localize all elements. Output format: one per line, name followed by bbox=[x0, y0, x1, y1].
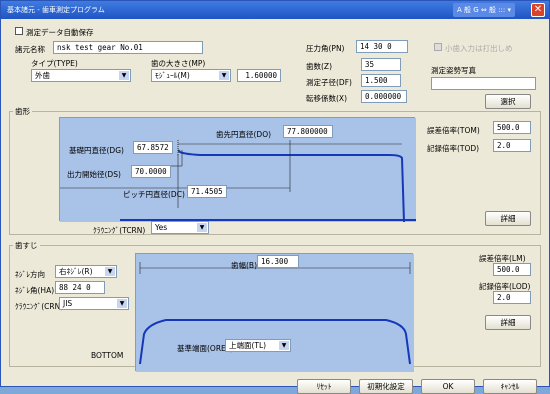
pressure-input[interactable]: 14 30 0 bbox=[356, 40, 408, 53]
profile-rec-label: 記録倍率(TOD) bbox=[427, 144, 480, 153]
teeth-label: 歯数(Z) bbox=[306, 62, 332, 71]
profile-group-label: 歯形 bbox=[13, 106, 32, 117]
shift-input[interactable]: 0.000000 bbox=[361, 90, 407, 103]
photo-label: 測定姿勢写真 bbox=[431, 66, 476, 75]
helix-angle-label: ﾈｼﾞﾚ角(HA) bbox=[15, 286, 55, 295]
lead-chart-svg bbox=[136, 254, 414, 372]
crown-label: ｸﾗｳﾆﾝｸﾞ(CRN) bbox=[15, 302, 64, 311]
chevron-down-icon: ▼ bbox=[105, 267, 115, 276]
tip-dia-input[interactable]: 77.800000 bbox=[283, 125, 333, 138]
size-input[interactable]: 1.60000 bbox=[237, 69, 281, 82]
ref-select[interactable]: 上端面(TL) ▼ bbox=[225, 339, 291, 352]
name-input[interactable]: nsk test gear No.01 bbox=[53, 41, 203, 54]
ref-value: 上端面(TL) bbox=[229, 341, 267, 350]
disabled-checkbox[interactable] bbox=[434, 43, 442, 51]
face-width-input[interactable]: 16.300 bbox=[257, 255, 299, 268]
helix-angle-input[interactable]: 88 24 0 bbox=[55, 281, 105, 294]
lead-group-label: 歯すじ bbox=[13, 240, 40, 251]
crowning-value: Yes bbox=[155, 223, 168, 232]
base-dia-label: 基礎円直径(DG) bbox=[69, 146, 124, 155]
pitch-dia-label: ピッチ円直径(DC) bbox=[123, 190, 185, 199]
crowning-select[interactable]: Yes ▼ bbox=[151, 221, 209, 234]
type-label: タイプ(TYPE) bbox=[31, 59, 78, 68]
start-dia-label: 出力開始径(DS) bbox=[67, 170, 121, 179]
chevron-down-icon: ▼ bbox=[197, 223, 207, 232]
helix-dir-label: ﾈｼﾞﾚ方向 bbox=[15, 270, 45, 279]
chevron-down-icon: ▼ bbox=[119, 71, 129, 80]
type-select-value: 外歯 bbox=[35, 71, 50, 80]
lead-tol-input[interactable]: 500.0 bbox=[493, 263, 531, 276]
helix-dir-value: 右ﾈｼﾞﾚ(R) bbox=[59, 267, 93, 276]
close-button[interactable]: ✕ bbox=[531, 3, 545, 17]
chevron-down-icon: ▼ bbox=[117, 299, 127, 308]
chevron-down-icon: ▼ bbox=[219, 71, 229, 80]
pressure-label: 圧力角(PN) bbox=[306, 44, 345, 53]
window-title: 基本諸元 - 歯車測定プログラム bbox=[7, 6, 105, 14]
shift-label: 転移係数(X) bbox=[306, 94, 347, 103]
profile-rec-input[interactable]: 2.0 bbox=[493, 139, 531, 152]
size-unit-value: ﾓｼﾞｭｰﾙ(M) bbox=[155, 71, 190, 80]
dial-input[interactable]: 1.500 bbox=[361, 74, 401, 87]
auto-save-checkbox[interactable] bbox=[15, 27, 23, 35]
select-photo-button[interactable]: 選択 bbox=[485, 94, 531, 109]
crown-value: JIS bbox=[63, 299, 73, 308]
crowning-label: ｸﾗｳﾆﾝｸﾞ(TCRN) bbox=[93, 226, 146, 235]
pitch-dia-input[interactable]: 71.4505 bbox=[187, 185, 227, 198]
language-toolbar[interactable]: A 般 G ⇔ 般 ::: ▾ bbox=[452, 3, 515, 17]
profile-tol-input[interactable]: 500.0 bbox=[493, 121, 531, 134]
profile-detail-button[interactable]: 詳細 bbox=[485, 211, 531, 226]
main-window: 基本諸元 - 歯車測定プログラム A 般 G ⇔ 般 ::: ▾ ✕ 測定データ… bbox=[0, 0, 550, 394]
size-label: 歯の大きさ(MP) bbox=[151, 59, 206, 68]
tip-dia-label: 歯先円直径(DO) bbox=[216, 130, 272, 139]
photo-input[interactable] bbox=[431, 77, 536, 90]
crown-select[interactable]: JIS ▼ bbox=[59, 297, 129, 310]
chevron-down-icon: ▼ bbox=[279, 341, 289, 350]
title-bar: 基本諸元 - 歯車測定プログラム A 般 G ⇔ 般 ::: ▾ ✕ bbox=[1, 1, 549, 19]
teeth-input[interactable]: 35 bbox=[361, 58, 401, 71]
base-dia-input[interactable]: 67.8572 bbox=[133, 141, 173, 154]
face-width-label: 歯幅(B) bbox=[231, 261, 257, 270]
type-select[interactable]: 外歯 ▼ bbox=[31, 69, 131, 82]
name-label: 諸元名称 bbox=[15, 45, 45, 54]
lead-rec-input[interactable]: 2.0 bbox=[493, 291, 531, 304]
start-dia-input[interactable]: 70.0000 bbox=[131, 165, 171, 178]
dial-label: 測定子径(DF) bbox=[306, 78, 352, 87]
auto-save-label: 測定データ自動保存 bbox=[26, 28, 94, 37]
size-unit-select[interactable]: ﾓｼﾞｭｰﾙ(M) ▼ bbox=[151, 69, 231, 82]
lead-detail-button[interactable]: 詳細 bbox=[485, 315, 531, 330]
profile-tol-label: 誤差倍率(TOM) bbox=[427, 126, 480, 135]
disabled-check-label: 小歯入力は打出しめ bbox=[445, 44, 513, 53]
helix-dir-select[interactable]: 右ﾈｼﾞﾚ(R) ▼ bbox=[55, 265, 117, 278]
bottom-label: BOTTOM bbox=[91, 351, 124, 360]
